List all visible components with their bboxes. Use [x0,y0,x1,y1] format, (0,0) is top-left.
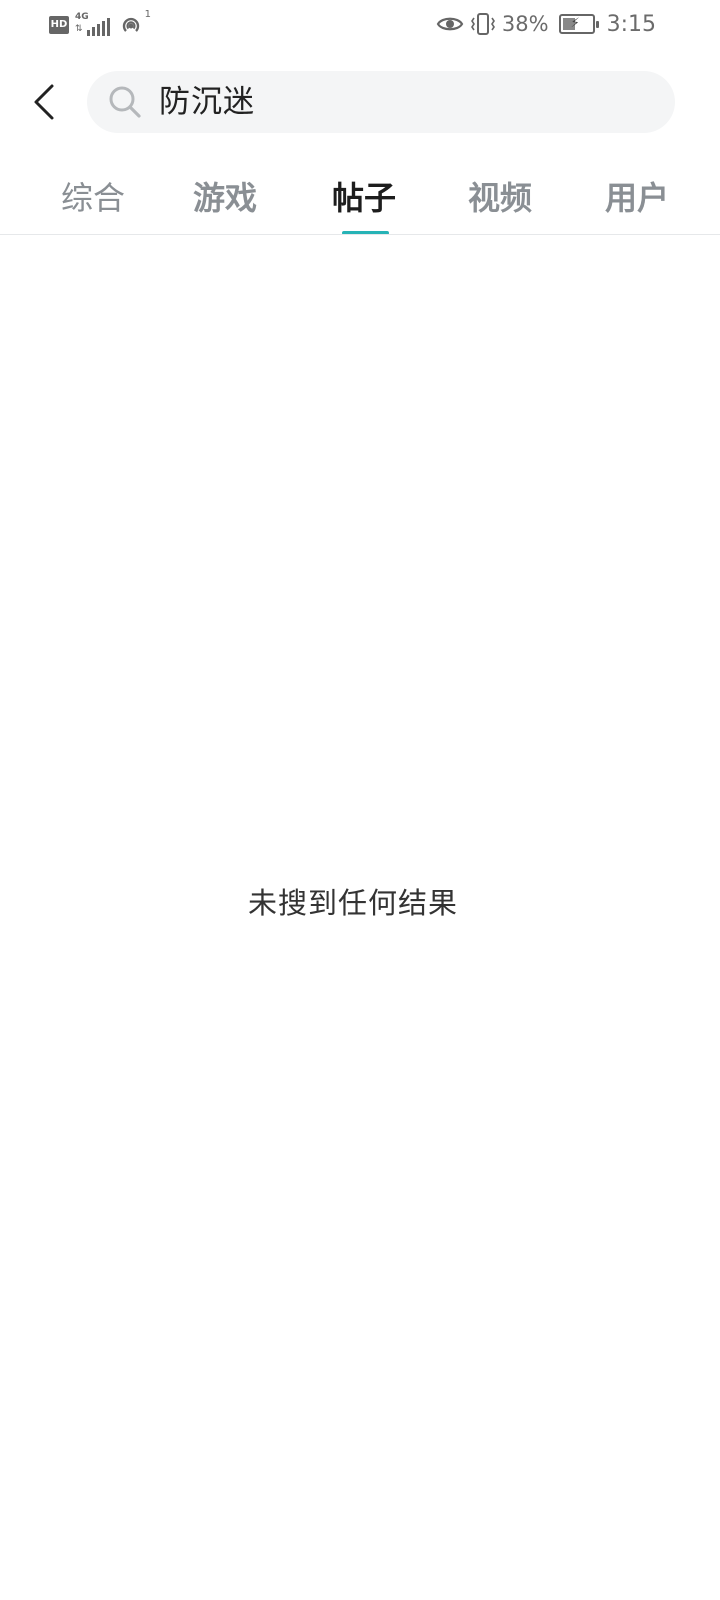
status-bar: HD 4G ⇅ 1 38% ⚡ 3:15 [0,0,720,50]
empty-state-message: 未搜到任何结果 [247,886,458,920]
chevron-left-icon [34,84,54,120]
status-left: HD 4G ⇅ 1 [49,9,151,38]
eye-icon [436,17,464,31]
hd-icon: HD [49,16,69,34]
search-bar[interactable]: 防沉迷 [87,71,675,133]
hotspot-count: 1 [144,9,151,20]
battery-icon: ⚡ [558,14,599,34]
charging-icon: ⚡ [570,16,580,31]
tab-posts[interactable]: 帖子 [332,173,396,223]
data-arrows-icon: ⇅ [75,24,83,34]
back-button[interactable] [22,80,66,124]
battery-percent: 38% [501,12,549,36]
signal-icon: 4G ⇅ [75,12,111,36]
tab-games[interactable]: 游戏 [193,173,257,223]
tab-videos[interactable]: 视频 [468,173,532,223]
tab-divider [0,234,720,235]
search-input[interactable]: 防沉迷 [159,84,255,120]
status-right: 38% ⚡ 3:15 [436,10,656,38]
vibrate-icon [470,13,495,35]
tab-users[interactable]: 用户 [605,173,669,223]
search-icon [109,86,141,118]
hotspot-icon: 1 [119,9,151,37]
tab-bar: 综合 游戏 帖子 视频 用户 [0,165,720,235]
search-results-screen: HD 4G ⇅ 1 38% ⚡ 3:15 防沉迷 综合 游戏 帖子 视频 用户 … [0,0,720,1600]
tab-general[interactable]: 综合 [61,173,125,223]
clock: 3:15 [606,11,656,37]
signal-bars-icon [87,18,110,36]
